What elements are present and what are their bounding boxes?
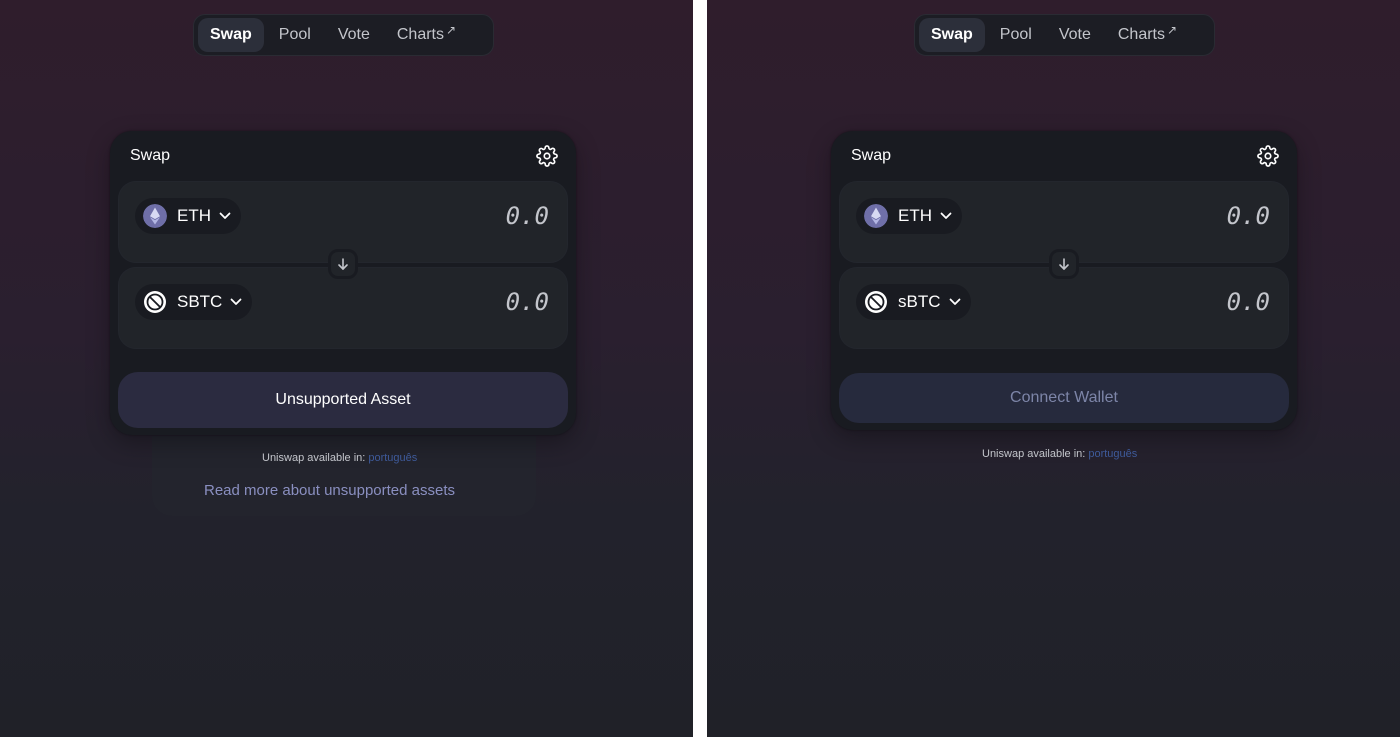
card-title: Swap: [130, 147, 171, 164]
ethereum-icon: [143, 204, 167, 228]
top-nav: Swap Pool Vote Charts ↗: [193, 14, 494, 56]
available-text: Uniswap available in:: [982, 448, 1086, 460]
output-token-select[interactable]: SBTC: [135, 284, 253, 320]
chevron-down-icon: [219, 212, 231, 219]
output-amount[interactable]: 0.0: [1227, 288, 1270, 316]
nav-charts-label: Charts: [396, 26, 444, 43]
output-token-box: SBTC 0.0: [118, 267, 568, 349]
external-link-icon: ↗: [445, 23, 457, 37]
input-amount[interactable]: 0.0: [1227, 202, 1270, 230]
switch-direction-button[interactable]: [1049, 249, 1079, 279]
swap-card: Swap ETH 0.0: [831, 131, 1297, 430]
input-token-select[interactable]: ETH: [856, 198, 962, 234]
nav-charts[interactable]: Charts ↗: [1106, 18, 1189, 52]
language-availability: Uniswap available in: português: [982, 448, 1137, 460]
output-token-label: SBTC: [177, 292, 223, 311]
swap-panel-unsupported: Swap Pool Vote Charts ↗ Swap ETH 0.0 SBT…: [0, 0, 693, 737]
nav-vote[interactable]: Vote: [326, 18, 382, 52]
gear-icon[interactable]: [1257, 145, 1279, 167]
input-token-label: ETH: [898, 206, 932, 225]
swap-panel-connect: Swap Pool Vote Charts ↗ Swap ETH 0.0 sBT…: [707, 0, 1400, 737]
nav-pool[interactable]: Pool: [267, 18, 323, 52]
nav-swap[interactable]: Swap: [198, 18, 264, 52]
output-token-label: sBTC: [898, 292, 941, 311]
nav-vote[interactable]: Vote: [1047, 18, 1103, 52]
nav-charts[interactable]: Charts ↗: [385, 18, 468, 52]
switch-direction-button[interactable]: [328, 249, 358, 279]
language-link[interactable]: português: [368, 452, 417, 464]
ethereum-icon: [864, 204, 888, 228]
language-availability: Uniswap available in: português: [262, 452, 417, 464]
nav-swap[interactable]: Swap: [919, 18, 985, 52]
chevron-down-icon: [230, 298, 242, 305]
arrow-down-icon: [1059, 258, 1069, 270]
sbtc-token-icon: [865, 291, 887, 313]
language-link[interactable]: português: [1088, 448, 1137, 460]
top-nav: Swap Pool Vote Charts ↗: [914, 14, 1215, 56]
card-title: Swap: [851, 147, 892, 164]
external-link-icon: ↗: [1166, 23, 1178, 37]
available-text: Uniswap available in:: [262, 452, 366, 464]
nav-pool[interactable]: Pool: [988, 18, 1044, 52]
nav-charts-label: Charts: [1117, 26, 1165, 43]
gear-icon[interactable]: [536, 145, 558, 167]
sbtc-token-icon: [144, 291, 166, 313]
input-token-label: ETH: [177, 206, 211, 225]
output-amount[interactable]: 0.0: [506, 288, 549, 316]
chevron-down-icon: [940, 212, 952, 219]
read-more-unsupported-link[interactable]: Read more about unsupported assets: [204, 482, 455, 499]
unsupported-asset-button[interactable]: Unsupported Asset: [118, 372, 568, 428]
output-token-box: sBTC 0.0: [839, 267, 1289, 349]
arrow-down-icon: [338, 258, 348, 270]
swap-card: Swap ETH 0.0: [110, 131, 576, 435]
unsupported-banner: [152, 436, 536, 516]
output-token-select[interactable]: sBTC: [856, 284, 971, 320]
input-amount[interactable]: 0.0: [506, 202, 549, 230]
chevron-down-icon: [949, 298, 960, 305]
input-token-select[interactable]: ETH: [135, 198, 241, 234]
connect-wallet-button[interactable]: Connect Wallet: [839, 373, 1289, 423]
